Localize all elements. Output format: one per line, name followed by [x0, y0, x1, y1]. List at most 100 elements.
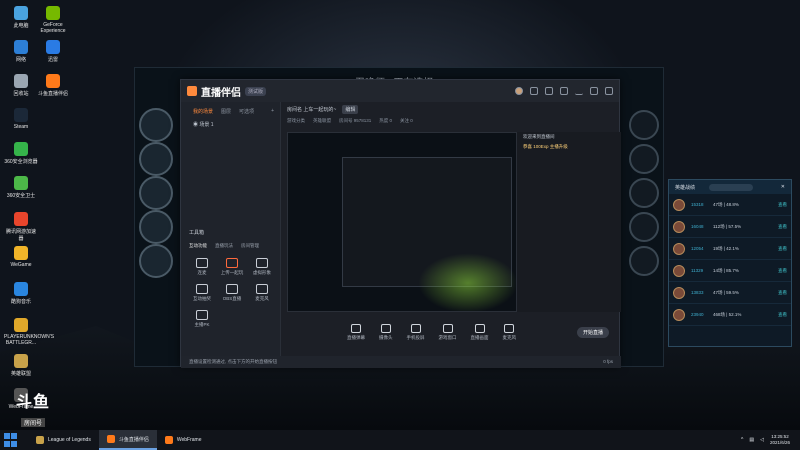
- hero-stat-row: 11329 14场 | 85.7% 查看: [669, 260, 791, 282]
- desktop-icon-label: 斗鱼直播伴侣: [37, 91, 68, 97]
- desktop-icon-label: PLAYERUNKNOWN'S BATTLEGR...: [4, 334, 55, 346]
- desktop-icon[interactable]: GeForce Experience: [36, 6, 70, 34]
- desktop-icon[interactable]: 迅雷: [36, 40, 70, 63]
- streaming-app-window[interactable]: 直播伴侣 测试版 我的场景 图层 可选项 + ◉ 场景 1 工具箱 互动功能 直…: [180, 79, 621, 368]
- desktop-icon-label: 360安全卫士: [6, 193, 36, 199]
- lol-player-slot[interactable]: [139, 176, 173, 210]
- clock[interactable]: 13:25:52 2021/6/26: [770, 434, 790, 446]
- tab-scenes[interactable]: 我的场景: [193, 108, 213, 115]
- subtab-interactive[interactable]: 互动功能: [189, 243, 207, 249]
- tool-button[interactable]: 连麦: [187, 258, 217, 276]
- desktop-icon[interactable]: 斗鱼直播伴侣: [36, 74, 70, 97]
- lol-player-slot[interactable]: [139, 244, 173, 278]
- lol-player-slot[interactable]: [139, 142, 173, 176]
- menu-icon[interactable]: [560, 87, 568, 95]
- view-button[interactable]: 查看: [778, 312, 787, 318]
- tool-button[interactable]: 上传一起玩: [217, 258, 247, 276]
- source-button[interactable]: 直播弹幕: [347, 323, 365, 341]
- hero-stat-row: 12054 19场 | 42.1% 查看: [669, 238, 791, 260]
- tool-button[interactable]: 麦克风: [247, 284, 277, 302]
- chat-message: 恭喜 100Exp 主播升级: [523, 144, 568, 149]
- add-scene-icon[interactable]: +: [271, 108, 274, 115]
- volume-icon[interactable]: ◁: [760, 437, 764, 443]
- edit-title-button[interactable]: 编辑: [342, 104, 359, 114]
- lol-player-slot[interactable]: [139, 108, 173, 142]
- hero-avatar: [673, 198, 685, 211]
- taskbar-item[interactable]: League of Legends: [28, 430, 99, 450]
- panel-search-input[interactable]: [709, 183, 754, 191]
- start-live-button[interactable]: 开始直播: [577, 327, 610, 338]
- view-button[interactable]: 查看: [778, 202, 787, 208]
- taskbar-app-icon: [36, 436, 44, 444]
- view-button[interactable]: 查看: [778, 246, 787, 252]
- skin-icon[interactable]: [545, 87, 553, 95]
- stream-info-item: 热度 0: [379, 118, 393, 123]
- scene-name: 场景 1: [199, 122, 214, 128]
- app-icon: [46, 74, 60, 88]
- view-button[interactable]: 查看: [778, 268, 787, 274]
- taskbar-item[interactable]: WebFrame: [157, 430, 210, 450]
- hero-score: 12054: [691, 246, 704, 251]
- view-button[interactable]: 查看: [778, 290, 787, 296]
- tool-button[interactable]: 虚拟形象: [247, 258, 277, 276]
- desktop-icon[interactable]: 腾讯网游加速器: [4, 212, 38, 242]
- desktop-icon[interactable]: Steam: [4, 108, 38, 130]
- tool-icon: [256, 284, 268, 294]
- hero-record: 112场 | 57.5%: [713, 223, 742, 229]
- desktop-icon[interactable]: WeGame: [4, 246, 38, 268]
- taskbar-item-label: League of Legends: [48, 437, 91, 443]
- minimize-icon[interactable]: [575, 87, 583, 95]
- stream-info-bar: 游戏分类 英雄联盟 房间号 9578131 热度 0 关注 0: [281, 116, 621, 126]
- tab-options[interactable]: 可选项: [239, 108, 254, 115]
- tab-layers[interactable]: 图层: [221, 108, 231, 115]
- user-avatar-icon[interactable]: [515, 87, 523, 95]
- scene-item[interactable]: ◉ 场景 1: [181, 115, 280, 134]
- desktop-icon-label: GeForce Experience: [40, 22, 66, 34]
- desktop-icon[interactable]: 回收站: [4, 74, 38, 97]
- tray-arrow-icon[interactable]: ^: [741, 437, 743, 443]
- desktop-icon[interactable]: PLAYERUNKNOWN'S BATTLEGR...: [4, 318, 55, 346]
- desktop-icon[interactable]: 英雄联盟: [4, 354, 38, 377]
- lol-enemy-slot: [629, 178, 659, 208]
- tool-icon: [196, 284, 208, 294]
- view-button[interactable]: 查看: [778, 224, 787, 230]
- tool-icon: [196, 258, 208, 268]
- maximize-icon[interactable]: [590, 87, 598, 95]
- desktop-icon[interactable]: 360安全浏览器: [4, 142, 38, 165]
- desktop-icon[interactable]: 网络: [4, 40, 38, 63]
- chat-message: 欢迎来到直播间: [523, 134, 555, 139]
- close-icon[interactable]: [605, 87, 613, 95]
- tool-icon: [196, 310, 208, 320]
- settings-icon[interactable]: [530, 87, 538, 95]
- taskbar-item-label: 斗鱼直播伴侣: [118, 436, 149, 443]
- subtab-room[interactable]: 房间管理: [241, 243, 259, 249]
- clock-date: 2021/6/26: [769, 440, 790, 445]
- eye-icon[interactable]: ◉: [193, 122, 198, 128]
- stream-preview[interactable]: [287, 132, 517, 312]
- taskbar-item[interactable]: 斗鱼直播伴侣: [98, 430, 157, 450]
- tool-icon: [226, 258, 238, 268]
- desktop-icon-label: 迅雷: [47, 57, 58, 63]
- tool-button[interactable]: 互动抽奖: [187, 284, 217, 302]
- lol-player-slot[interactable]: [139, 210, 173, 244]
- source-label: 游戏窗口: [438, 334, 457, 340]
- windows-start-icon[interactable]: [4, 433, 20, 447]
- desktop-icon[interactable]: 此电脑: [4, 6, 38, 29]
- desktop-icon[interactable]: 酷狗音乐: [4, 282, 38, 305]
- source-button[interactable]: 摄像头: [379, 323, 393, 341]
- network-icon[interactable]: ▤: [749, 437, 754, 443]
- source-button[interactable]: 直播画面: [471, 323, 489, 341]
- source-button[interactable]: 游戏窗口: [438, 323, 457, 341]
- version-badge: 测试版: [245, 86, 267, 96]
- tool-button[interactable]: OBS直播: [217, 284, 247, 302]
- stream-info-item: 游戏分类: [287, 118, 305, 123]
- source-button[interactable]: 麦克风: [503, 323, 516, 341]
- tool-button[interactable]: 主播PK: [187, 310, 217, 328]
- source-button[interactable]: 手机投屏: [407, 323, 425, 341]
- desktop-icon[interactable]: 360安全卫士: [4, 176, 38, 199]
- tool-icon: [256, 258, 268, 268]
- panel-close-icon[interactable]: ✕: [781, 184, 785, 190]
- subtab-play[interactable]: 直播玩法: [215, 243, 233, 249]
- stream-title[interactable]: 房间名 上车一起玩的~: [287, 106, 336, 113]
- taskbar: League of Legends 斗鱼直播伴侣 WebFrame ^ ▤ ◁ 13…: [0, 430, 800, 450]
